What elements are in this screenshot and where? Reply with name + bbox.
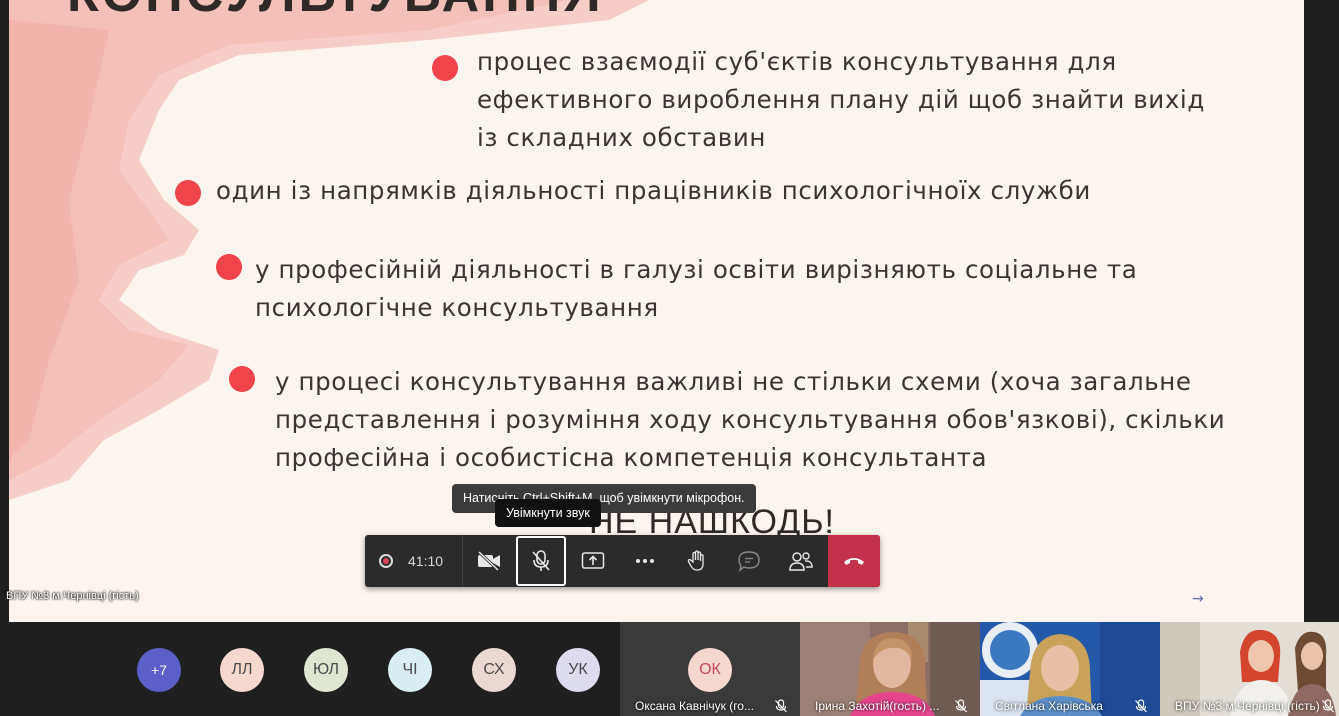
ellipsis-icon <box>636 559 654 563</box>
participant-video-tile[interactable]: ВПУ №3 м.Чернівці (гість) <box>1160 622 1339 716</box>
participant-avatar[interactable]: ЛЛ <box>220 648 264 692</box>
participant-avatar[interactable]: ЧІ <box>388 648 432 692</box>
participant-name: Ірина Захотій(гость) ... <box>815 699 940 713</box>
slide-title: КОНСУЛЬТУВАННЯ <box>67 0 604 20</box>
mic-off-icon <box>1135 699 1147 713</box>
shared-slide: КОНСУЛЬТУВАННЯ процес взаємодії суб'єкті… <box>9 0 1304 622</box>
slide-bullet-3: у професійній діяльності в галузі освіти… <box>255 251 1137 327</box>
slide-bullet-2: один із напрямків діяльності працівників… <box>216 172 1091 210</box>
bullet-line: у професійній діяльності в галузі освіти… <box>255 255 1138 284</box>
participant-avatar[interactable]: СХ <box>472 648 516 692</box>
participant-avatar[interactable]: УК <box>556 648 600 692</box>
raise-hand-button[interactable] <box>671 535 723 587</box>
camera-off-icon <box>477 551 500 571</box>
mic-off-icon <box>775 699 787 713</box>
unmute-tooltip: Увімкнути звук <box>495 499 601 527</box>
mic-off-icon <box>1322 699 1334 713</box>
bullet-line: у процесі консультування важливі не стіл… <box>275 367 1192 396</box>
leave-call-button[interactable] <box>828 535 880 587</box>
arrow-right-icon: → <box>1192 591 1204 607</box>
participants-button[interactable] <box>775 535 827 587</box>
slide-bullet-1: процес взаємодії суб'єктів консультуванн… <box>477 43 1205 157</box>
participant-name: Оксана Кавнічук (го... <box>635 699 754 713</box>
people-icon <box>789 552 813 571</box>
presenter-label: ВПУ №3 м.Чернівці (гість) <box>6 590 139 602</box>
bullet-line: представлення і розуміння ходу консульту… <box>275 405 1226 434</box>
recording-icon <box>379 554 393 568</box>
phone-hangup-icon <box>844 558 864 565</box>
bullet-dot <box>175 180 201 206</box>
bullet-line: один із напрямків діяльності працівників… <box>216 176 1091 205</box>
chat-icon <box>738 551 760 572</box>
unmute-button[interactable] <box>516 536 566 586</box>
bullet-line: ефективного вироблення плану дій щоб зна… <box>477 85 1205 114</box>
recording-timer: 41:10 <box>365 535 463 587</box>
share-screen-button[interactable] <box>567 535 619 587</box>
more-options-button[interactable] <box>619 535 671 587</box>
share-tray-icon <box>581 552 605 569</box>
more-participants-badge[interactable]: +7 <box>137 648 181 692</box>
slide-bullet-4: у процесі консультування важливі не стіл… <box>275 363 1225 477</box>
participant-tile[interactable]: ОК Оксана Кавнічук (го... <box>620 622 800 716</box>
participant-name: Світлана Харівська <box>995 699 1103 713</box>
bullet-dot <box>229 366 255 392</box>
participant-name: ВПУ №3 м.Чернівці (гість) <box>1175 699 1320 713</box>
bullet-dot <box>216 254 242 280</box>
participant-strip: +7 ЛЛ ЮЛ ЧІ СХ УК ОК Оксана Кавнічук (го… <box>0 622 1339 716</box>
mic-off-icon <box>955 699 967 713</box>
bullet-line: психологічне консультування <box>255 293 659 322</box>
bullet-dot <box>432 55 458 81</box>
mic-off-icon <box>532 550 550 571</box>
bullet-line: із складних обставин <box>477 123 766 152</box>
timer-text: 41:10 <box>408 553 444 569</box>
hand-icon <box>687 550 704 571</box>
bullet-line: процес взаємодії суб'єктів консультуванн… <box>477 47 1117 76</box>
participant-avatar: ОК <box>688 648 732 692</box>
chat-button[interactable] <box>723 535 775 587</box>
participant-video-tile[interactable]: Світлана Харівська <box>980 622 1160 716</box>
participant-video-tile[interactable]: Ірина Захотій(гость) ... <box>800 622 980 716</box>
participant-avatar[interactable]: ЮЛ <box>304 648 348 692</box>
camera-off-button[interactable] <box>463 535 515 587</box>
bullet-line: професійна і особистісна компетенція кон… <box>275 443 988 472</box>
meeting-control-bar: 41:10 <box>365 535 880 587</box>
